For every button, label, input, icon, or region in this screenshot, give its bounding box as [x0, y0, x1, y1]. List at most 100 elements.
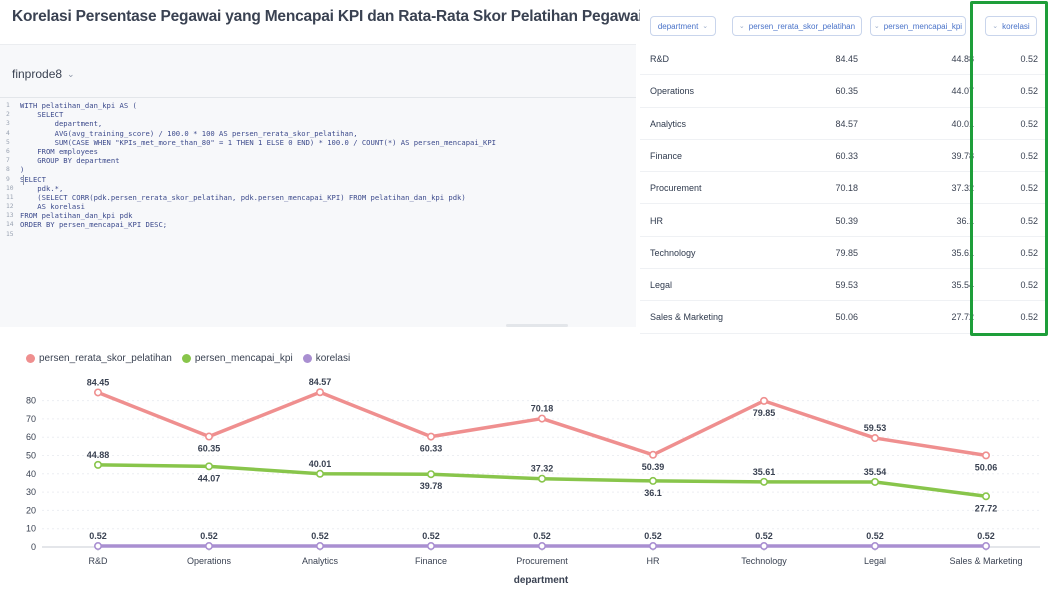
- code-line: 3 department,: [0, 119, 636, 128]
- header-persen-rerata-skor-pelatihan[interactable]: ⌄ persen_rerata_skor_pelatihan: [732, 16, 862, 36]
- y-tick-label: 60: [26, 432, 36, 442]
- cell-skor: 84.57: [835, 118, 858, 129]
- code-text: WITH pelatihan_dan_kpi AS (: [20, 101, 137, 110]
- data-point: [315, 388, 324, 397]
- code-line: 8): [0, 165, 636, 174]
- legend-item[interactable]: persen_mencapai_kpi: [181, 353, 293, 364]
- code-line: 13 FROM pelatihan_dan_kpi pdk: [0, 211, 636, 220]
- code-line: 4 AVG(avg_training_score) / 100.0 * 100 …: [0, 129, 636, 138]
- x-tick-label: Legal: [864, 556, 886, 566]
- data-point: [648, 450, 657, 459]
- code-text: pdk.*,: [20, 183, 64, 193]
- line-number: 14: [6, 221, 14, 229]
- cell-department: Technology: [650, 247, 696, 258]
- code-text: department,: [20, 119, 103, 129]
- header-persen-mencapai-kpi[interactable]: ⌄ persen_mencapai_kpi: [870, 16, 966, 36]
- data-label: 0.52: [533, 531, 551, 541]
- code-line: 7 GROUP BY department: [0, 156, 636, 165]
- data-label: 0.52: [977, 531, 995, 541]
- data-point: [205, 432, 214, 441]
- data-label: 0.52: [200, 531, 218, 541]
- cell-department: Finance: [650, 150, 683, 161]
- code-line: 11 (SELECT CORR(pdk.persen_rerata_skor_p…: [0, 193, 636, 202]
- header-persen-mencapai-kpi-label: persen_mencapai_kpi: [883, 21, 963, 31]
- line-chart: 0 10 20 30 40 50 60 70 80 R&D Operations Analytics F…: [0, 338, 1048, 597]
- data-point: [94, 542, 103, 551]
- data-point: [537, 414, 546, 423]
- header-department[interactable]: department ⌄: [650, 16, 716, 36]
- x-tick-label: Finance: [415, 556, 447, 566]
- data-label: 0.52: [422, 531, 440, 541]
- line-number: 10: [6, 184, 14, 192]
- line-number: 5: [6, 138, 10, 146]
- data-label: 70.18: [531, 404, 554, 414]
- database-name: finprode8: [12, 67, 63, 81]
- cell-skor: 59.53: [835, 280, 858, 291]
- legend-label: korelasi: [315, 353, 351, 364]
- code-line: 10 pdk.*,: [0, 184, 636, 193]
- data-point: [537, 542, 546, 551]
- line-number: 3: [6, 120, 10, 128]
- data-point: [426, 470, 435, 479]
- data-label: 37.32: [531, 464, 554, 474]
- page-title: Korelasi Persentase Pegawai yang Mencapa…: [12, 8, 787, 25]
- data-point: [981, 451, 990, 460]
- cell-department: Legal: [650, 280, 673, 291]
- y-tick-label: 40: [26, 469, 36, 479]
- code-line: 2 SELECT: [0, 110, 636, 119]
- cell-department: Sales & Marketing: [650, 312, 724, 323]
- x-tick-label: HR: [647, 556, 660, 566]
- data-point: [648, 476, 657, 485]
- chart-legend: persen_rerata_skor_pelatihan persen_menca…: [26, 353, 350, 364]
- line-number: 8: [6, 166, 10, 174]
- y-tick-label: 50: [26, 451, 36, 461]
- legend-item[interactable]: persen_rerata_skor_pelatihan: [26, 353, 172, 364]
- data-label: 44.07: [198, 473, 221, 483]
- cell-department: R&D: [650, 54, 670, 64]
- data-point: [426, 432, 435, 441]
- data-point: [426, 542, 435, 551]
- code-text: FROM employees: [20, 146, 98, 156]
- chevron-down-icon: ⌄: [738, 23, 745, 30]
- data-point: [870, 434, 879, 443]
- data-point: [981, 492, 990, 501]
- header-persen-rerata-skor-pelatihan-label: persen_rerata_skor_pelatihan: [748, 21, 856, 31]
- y-tick-label: 70: [26, 414, 36, 424]
- line-number: 12: [6, 203, 14, 211]
- cell-department: HR: [650, 215, 663, 226]
- code-line: 12 AS korelasi: [0, 202, 636, 211]
- x-tick-label: Analytics: [302, 556, 339, 566]
- cell-skor: 60.35: [835, 86, 858, 97]
- data-point: [759, 542, 768, 551]
- y-tick-label: 10: [26, 524, 36, 534]
- code-text: SELECT: [20, 110, 64, 120]
- data-label: 27.72: [975, 503, 998, 513]
- data-label: 0.52: [89, 531, 107, 541]
- korelasi-column-highlight: [970, 1, 1048, 336]
- data-label: 59.53: [864, 423, 887, 433]
- data-label: 0.52: [311, 531, 329, 541]
- code-editor[interactable]: 1 WITH pelatihan_dan_kpi AS (2 SELECT 3 de…: [0, 101, 636, 239]
- data-point: [759, 477, 768, 486]
- line-number: 13: [6, 212, 14, 220]
- y-tick-label: 30: [26, 487, 36, 497]
- data-point: [537, 474, 546, 483]
- x-tick-label: Procurement: [516, 556, 568, 566]
- data-label: 79.85: [753, 408, 776, 418]
- code-line: 15: [0, 230, 636, 239]
- data-label: 0.52: [866, 531, 884, 541]
- cell-skor: 84.45: [835, 54, 858, 64]
- data-label: 84.45: [87, 377, 110, 387]
- sql-editor-panel: finprode8 ⌄ 1 WITH pelatihan_dan_kpi AS (…: [0, 44, 636, 327]
- legend-dot-icon: [26, 354, 35, 363]
- database-selector[interactable]: finprode8 ⌄: [12, 67, 75, 81]
- x-tick-label: Technology: [741, 556, 787, 566]
- editor-scrollbar[interactable]: [506, 324, 568, 327]
- data-point: [870, 477, 879, 486]
- data-label: 84.57: [309, 377, 332, 387]
- chevron-down-icon: ⌄: [67, 68, 75, 79]
- legend-item[interactable]: korelasi: [302, 353, 351, 364]
- x-tick-label: Operations: [187, 556, 232, 566]
- line-number: 15: [6, 230, 14, 238]
- data-label: 35.61: [753, 467, 776, 477]
